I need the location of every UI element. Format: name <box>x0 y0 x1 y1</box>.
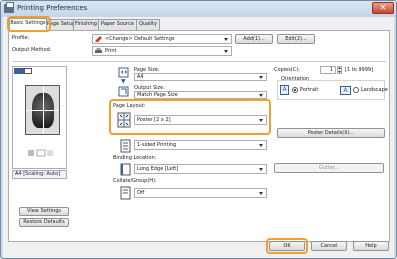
chevron-down-icon <box>259 144 263 147</box>
printing-preferences-window: Printing Preferences ✕ Basic Settings Pa… <box>0 0 397 259</box>
portrait-icon: A <box>280 85 289 95</box>
collate-select[interactable]: Off <box>134 188 267 198</box>
collate-label: Collate/Group(H): <box>113 178 157 184</box>
pencil-icon <box>95 36 102 42</box>
dialog-client: Basic Settings Page Setup Finishing Pape… <box>3 16 394 258</box>
binding-location-value: Long Edge [Left] <box>137 166 179 172</box>
chevron-down-icon <box>259 168 263 171</box>
tab-page-setup[interactable]: Page Setup <box>46 19 75 30</box>
poster-details-button[interactable]: Poster Details(X)... <box>277 128 385 138</box>
chevron-down-icon <box>259 119 263 122</box>
copies-label: Copies(C): <box>274 67 300 73</box>
add-profile-button[interactable]: Add(1)... <box>235 34 273 44</box>
copies-input[interactable]: 1 <box>320 66 336 74</box>
arrow-down-icon: ▼ <box>121 78 126 85</box>
printer-icon <box>4 2 14 13</box>
profile-label: Profile: <box>12 35 30 41</box>
cancel-button[interactable]: Cancel <box>311 241 347 251</box>
separator <box>12 61 386 62</box>
landscape-radio[interactable] <box>353 87 359 93</box>
chevron-down-icon <box>224 38 228 41</box>
collate-icon <box>120 186 131 200</box>
page-layout-label: Page Layout: <box>113 103 146 109</box>
profile-select[interactable]: <Change> Default Settings <box>92 34 232 44</box>
settings-view-icon[interactable] <box>24 68 32 74</box>
tab-basic-settings[interactable]: Basic Settings <box>9 18 47 30</box>
chevron-down-icon <box>224 50 228 53</box>
print-sides-icon <box>120 139 131 153</box>
edit-profile-button[interactable]: Edit(2)... <box>277 34 315 44</box>
title-bar: Printing Preferences ✕ <box>1 1 396 17</box>
landscape-icon: A <box>340 86 351 95</box>
chevron-down-icon <box>259 76 263 79</box>
page-size-value: A4 <box>137 74 144 80</box>
page-preview <box>12 66 67 169</box>
restore-defaults-button[interactable]: Restore Defaults <box>19 218 69 227</box>
copies-spinner-icon[interactable] <box>337 66 342 74</box>
window-title: Printing Preferences <box>17 4 88 12</box>
view-settings-button[interactable]: View Settings <box>19 207 69 216</box>
chevron-down-icon <box>259 94 263 97</box>
tab-quality[interactable]: Quality <box>136 19 160 30</box>
basic-settings-panel: Profile: <Change> Default Settings Add(1… <box>8 30 390 242</box>
layout-view-icon[interactable] <box>14 68 24 74</box>
binding-location-select[interactable]: Long Edge [Left] <box>134 164 267 174</box>
landscape-label: Landscape <box>361 87 388 93</box>
page-size-icon <box>118 67 130 78</box>
printer-icon <box>95 48 102 54</box>
tab-finishing[interactable]: Finishing <box>73 19 99 30</box>
collate-value: Off <box>137 190 145 196</box>
page-layout-select[interactable]: Poster [2 x 2] <box>134 115 267 125</box>
output-method-select[interactable]: Print <box>92 46 232 56</box>
page-size-select[interactable]: A4 <box>134 73 267 81</box>
print-sides-select[interactable]: 1-sided Printing <box>134 140 267 150</box>
poster-preview-image <box>25 85 60 135</box>
profile-value: <Change> Default Settings <box>105 36 175 42</box>
poster-layout-icon <box>117 112 131 128</box>
close-button[interactable]: ✕ <box>372 2 394 14</box>
output-size-value: Match Page Size <box>137 92 178 98</box>
print-sides-value: 1-sided Printing <box>137 142 177 148</box>
output-size-icon <box>118 86 130 97</box>
output-method-label: Output Method: <box>12 47 52 53</box>
page-count-icon <box>27 149 55 157</box>
tab-paper-source[interactable]: Paper Source <box>98 19 137 30</box>
preview-caption: A4 [Scaling: Auto] <box>12 170 67 179</box>
help-button[interactable]: Help <box>353 241 389 251</box>
output-method-value: Print <box>105 48 117 54</box>
output-size-select[interactable]: Match Page Size <box>134 91 267 99</box>
portrait-label: Portrait <box>300 87 319 93</box>
chevron-down-icon <box>259 192 263 195</box>
portrait-radio[interactable] <box>292 87 298 93</box>
page-layout-value: Poster [2 x 2] <box>137 117 171 123</box>
copies-range: [1 to 9999] <box>345 67 374 73</box>
gutter-button[interactable]: Gutter... <box>274 163 384 173</box>
binding-icon <box>120 163 131 176</box>
binding-location-label: Binding Location: <box>113 155 157 161</box>
ok-button[interactable]: OK <box>269 241 305 251</box>
